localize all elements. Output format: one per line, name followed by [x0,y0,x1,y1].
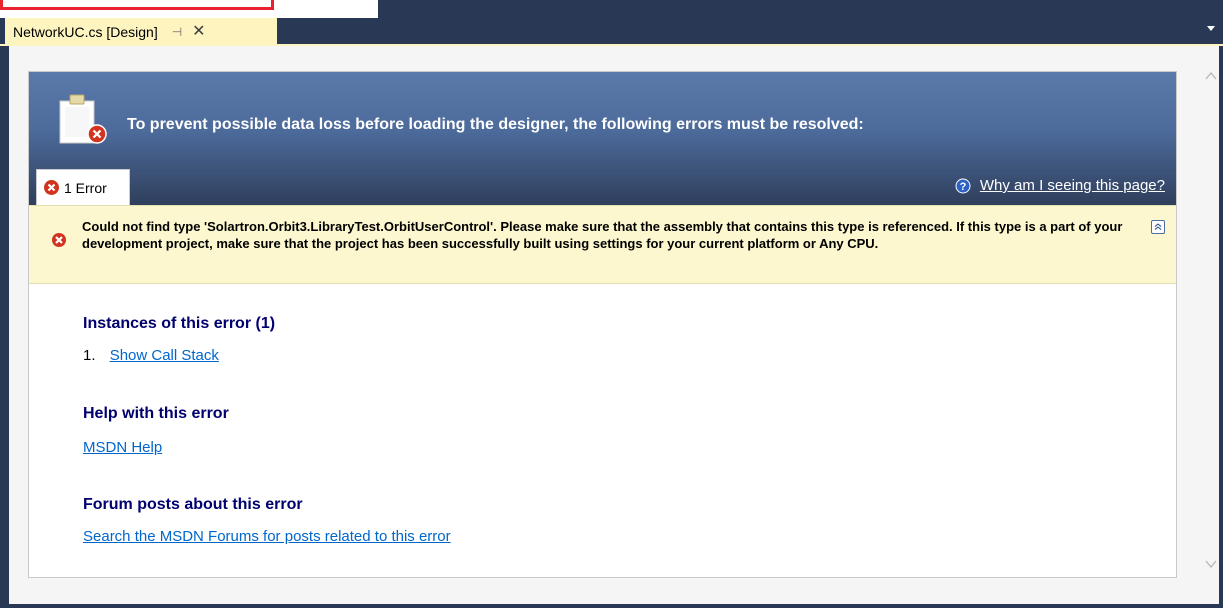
scroll-up-icon[interactable] [1205,70,1217,82]
why-am-i-seeing-link[interactable]: ? Why am I seeing this page? [955,177,1165,194]
instances-heading: Instances of this error (1) [83,315,276,332]
clipboard-error-icon [59,94,107,144]
error-panel: To prevent possible data loss before loa… [28,71,1177,578]
error-banner: To prevent possible data loss before loa… [29,72,1176,205]
msdn-help-link[interactable]: MSDN Help [83,439,162,456]
error-icon [44,180,59,195]
msdn-forums-link[interactable]: Search the MSDN Forums for posts related… [83,528,451,545]
tab-bar-top [378,0,1223,10]
error-message-row: Could not find type 'Solartron.Orbit3.Li… [29,205,1176,284]
tab-dropdown-icon[interactable] [1207,26,1215,31]
tab-networkuc-design[interactable]: NetworkUC.cs [Design] ⊣ ✕ [5,18,277,45]
errors-tab[interactable]: 1 Error [36,169,130,205]
instance-item: 1. Show Call Stack [83,347,219,364]
banner-message: To prevent possible data loss before loa… [127,116,864,133]
show-call-stack-link[interactable]: Show Call Stack [110,347,219,364]
close-icon[interactable]: ✕ [192,23,205,40]
tab-title: NetworkUC.cs [Design] [13,23,158,40]
error-message-text: Could not find type 'Solartron.Orbit3.Li… [82,219,1123,251]
error-icon [52,233,66,247]
highlight-annotation [0,0,274,10]
why-link-label: Why am I seeing this page? [979,177,1165,194]
help-icon: ? [955,178,971,193]
pin-icon[interactable]: ⊣ [172,25,182,39]
help-heading: Help with this error [83,405,229,422]
forum-heading: Forum posts about this error [83,496,303,513]
collapse-icon[interactable] [1151,220,1165,234]
scroll-down-icon[interactable] [1205,558,1217,570]
errors-tab-label: 1 Error [64,179,107,196]
instance-number: 1. [83,347,96,364]
svg-text:?: ? [960,181,967,193]
